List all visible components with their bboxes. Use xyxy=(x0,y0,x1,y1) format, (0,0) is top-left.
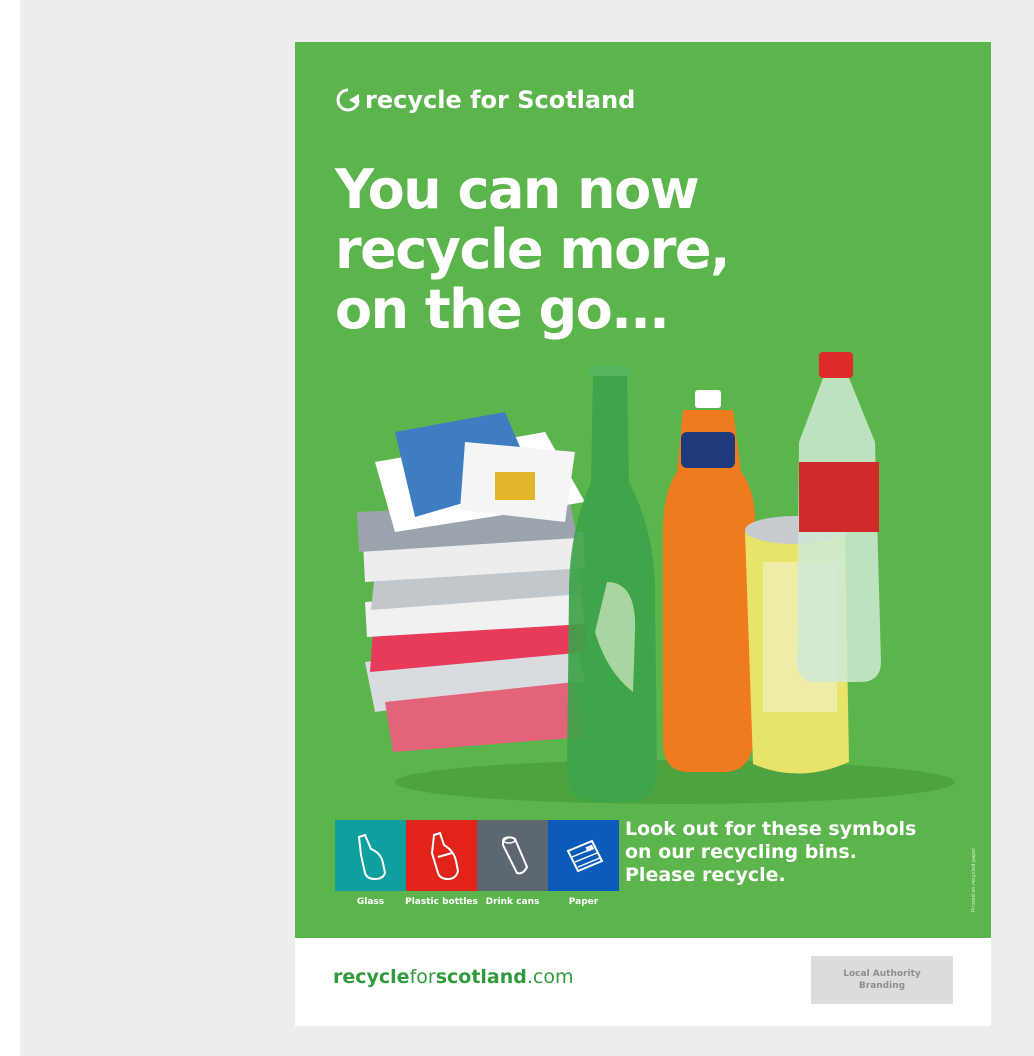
footer-website-url[interactable]: recycleforscotland.com xyxy=(333,966,574,988)
headline-line-1: You can now xyxy=(335,158,700,221)
symbol-glass-tile xyxy=(335,820,406,891)
headline: You can now recycle more, on the go... xyxy=(335,160,835,340)
headline-line-2: recycle more, xyxy=(335,218,731,281)
symbol-paper-tile xyxy=(548,820,619,891)
tagline-line-3: Please recycle. xyxy=(625,864,786,886)
plastic-bottle-icon xyxy=(430,831,459,880)
recycle-arrow-icon xyxy=(336,88,360,112)
glass-bottle xyxy=(567,366,657,802)
symbol-plastic-bottles: Plastic bottles xyxy=(405,820,478,920)
logo-text: recycle for Scotland xyxy=(365,86,636,114)
url-part-scotland: scotland xyxy=(435,966,527,988)
printed-on-recycled-paper-note: Printed on recycled paper xyxy=(971,847,977,912)
plastic-bottle xyxy=(797,352,881,682)
symbol-paper-label: Paper xyxy=(568,897,599,907)
headline-line-3: on the go... xyxy=(335,278,670,341)
symbol-paper: Paper xyxy=(548,820,619,920)
branding-line-2: Branding xyxy=(858,981,906,991)
magazine-stack xyxy=(357,412,587,752)
recycling-symbols: Glass Plastic bottles Drink cans Paper xyxy=(335,820,619,920)
symbol-plastic-tile xyxy=(406,820,477,891)
url-part-recycle: recycle xyxy=(333,966,410,988)
glass-bottle-icon xyxy=(357,833,386,880)
url-part-for: for xyxy=(409,966,436,988)
orange-bottle xyxy=(663,390,756,772)
recyclables-photo xyxy=(357,352,955,804)
symbol-glass: Glass xyxy=(335,820,406,920)
recycle-for-scotland-logo: recycle for Scotland xyxy=(335,82,635,118)
recycling-poster: recycle for Scotland You can now recycle… xyxy=(295,42,991,1026)
local-authority-branding-box: Local Authority Branding xyxy=(811,956,953,1004)
branding-line-1: Local Authority xyxy=(843,969,921,979)
drink-can-icon xyxy=(501,835,528,874)
paper-icon xyxy=(566,839,603,872)
tagline-line-2: on our recycling bins. xyxy=(625,841,857,863)
tagline: Look out for these symbols on our recycl… xyxy=(625,818,955,887)
tagline-line-1: Look out for these symbols xyxy=(625,818,917,840)
symbol-drink-cans: Drink cans xyxy=(477,820,548,920)
symbol-cans-tile xyxy=(477,820,548,891)
url-part-com: .com xyxy=(526,966,574,988)
poster-green-panel: recycle for Scotland You can now recycle… xyxy=(295,42,991,938)
